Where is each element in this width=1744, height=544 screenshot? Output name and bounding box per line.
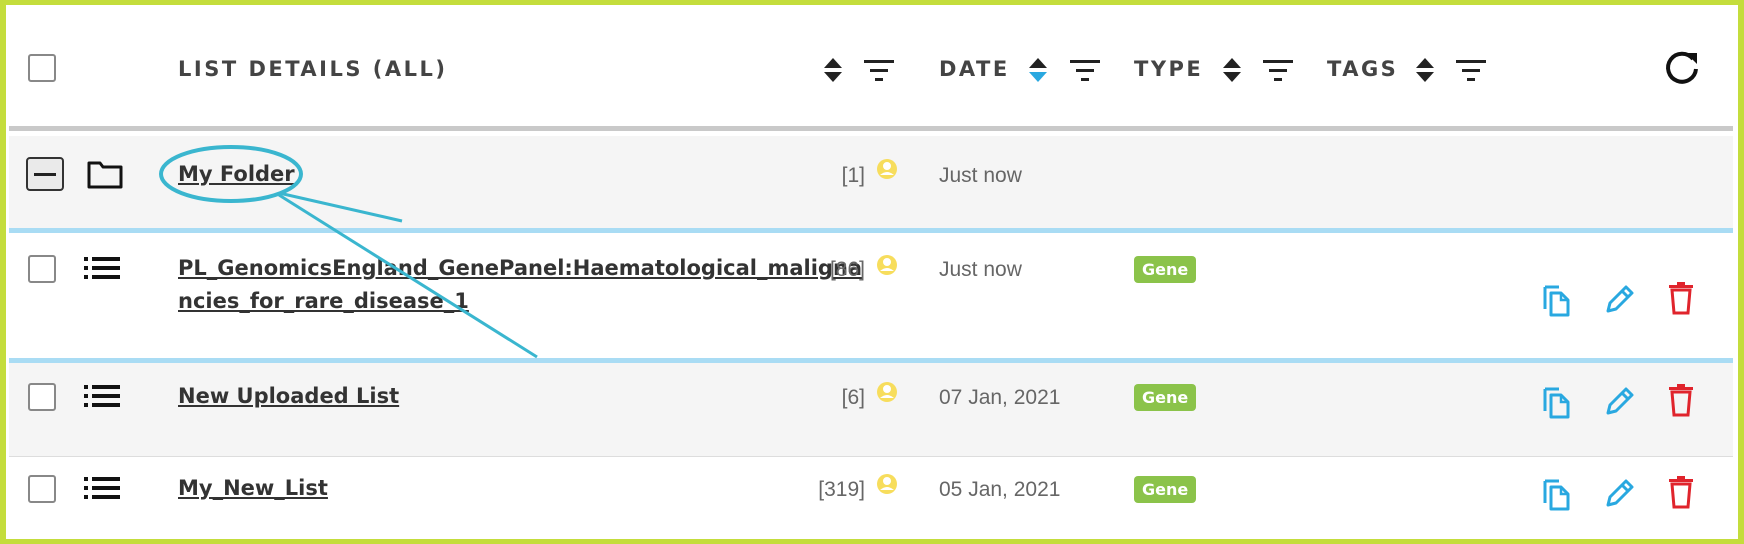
- annotation-overlay: [159, 145, 538, 359]
- list-table: LIST DETAILS (ALL) DATE TYPE TAGS My Fol…: [9, 9, 1733, 535]
